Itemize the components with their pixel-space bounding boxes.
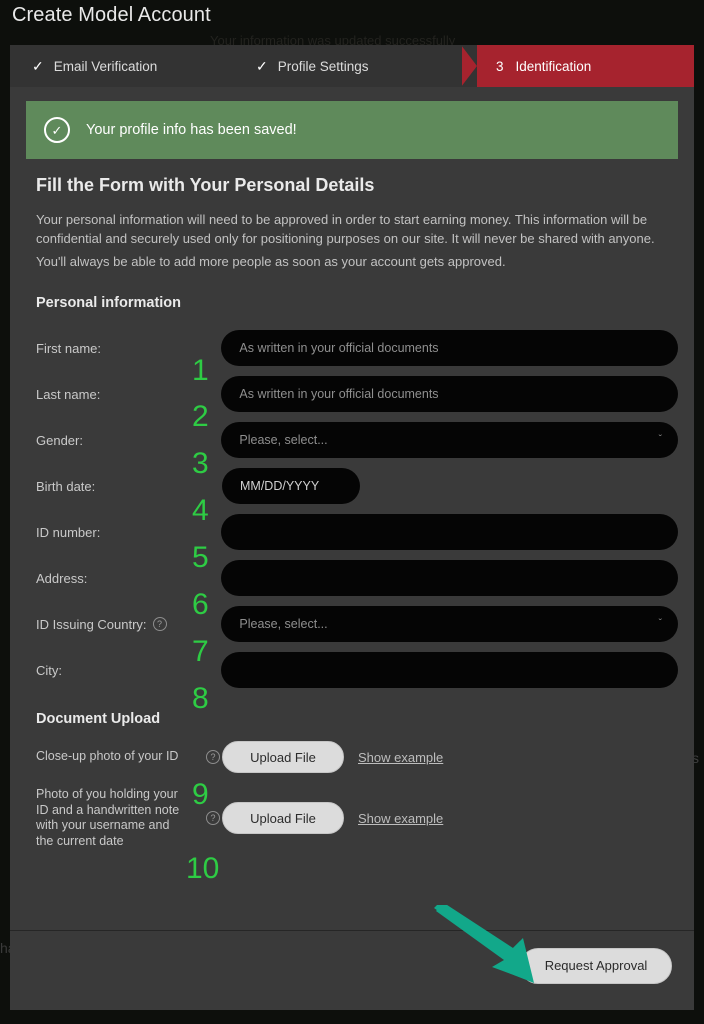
card-body: ✓ Your profile info has been saved! Fill… (10, 87, 694, 967)
label-upload-id-closeup: Close-up photo of your ID (36, 749, 179, 764)
label-last-name: Last name: (36, 386, 101, 402)
help-icon-wrap: ? (186, 811, 222, 825)
page-title: Create Model Account (12, 4, 211, 26)
input-id-number[interactable] (221, 514, 678, 550)
success-alert: ✓ Your profile info has been saved! (26, 101, 678, 159)
step-identification[interactable]: 3 Identification (461, 45, 694, 87)
intro-paragraph-2: You'll always be able to add more people… (36, 254, 506, 269)
step-label: Email Verification (53, 58, 158, 74)
help-icon-wrap: ? (186, 750, 222, 764)
label-id-number: ID number: (36, 524, 101, 540)
help-icon[interactable]: ? (206, 750, 220, 764)
chevron-down-icon: ˇ (658, 618, 662, 629)
card-footer: Request Approval (10, 930, 694, 1000)
check-icon: ✓ (256, 57, 268, 74)
form-row-first-name: First name: As written in your official … (26, 325, 678, 371)
label-city: City: (36, 662, 62, 678)
help-icon[interactable]: ? (152, 617, 167, 631)
placeholder-text: As written in your official documents (239, 341, 439, 355)
input-city[interactable] (221, 652, 678, 688)
app-root: Your information was updated successfull… (0, 0, 704, 1024)
check-circle-icon: ✓ (44, 117, 70, 143)
placeholder-text: MM/DD/YYYY (240, 479, 320, 493)
chevron-down-icon: ˇ (658, 434, 662, 445)
document-upload-title: Document Upload (36, 711, 161, 727)
help-icon[interactable]: ? (206, 811, 220, 825)
step-number: 3 (496, 58, 504, 74)
step-label: Profile Settings (277, 58, 369, 74)
placeholder-text: Please, select... (239, 433, 328, 447)
placeholder-text: Please, select... (239, 617, 328, 631)
placeholder-text: As written in your official documents (239, 387, 439, 401)
form-row-gender: Gender: Please, select... ˇ (26, 417, 678, 463)
form-heading: Fill the Form with Your Personal Details (36, 175, 375, 195)
label-gender: Gender: (36, 432, 83, 448)
step-email-verification[interactable]: ✓ Email Verification (10, 45, 234, 87)
personal-information-title: Personal information (36, 295, 182, 311)
input-birth-date[interactable]: MM/DD/YYYY (222, 468, 360, 504)
identification-card: ✓ Email Verification ✓ Profile Settings … (10, 45, 694, 1010)
input-address[interactable] (221, 560, 678, 596)
form-row-city: City: (26, 647, 678, 693)
upload-row-id-selfie: Photo of you holding your ID and a handw… (26, 787, 678, 849)
step-profile-settings[interactable]: ✓ Profile Settings (234, 45, 462, 87)
show-example-link-id-closeup[interactable]: Show example (358, 750, 443, 765)
upload-file-button-id-closeup[interactable]: Upload File (222, 741, 344, 773)
input-first-name[interactable]: As written in your official documents (221, 330, 678, 366)
step-progress-bar: ✓ Email Verification ✓ Profile Settings … (10, 45, 694, 87)
label-text: ID Issuing Country: (36, 616, 147, 632)
select-gender[interactable]: Please, select... ˇ (221, 422, 678, 458)
form-row-id-number: ID number: (26, 509, 678, 555)
document-upload-rows: Close-up photo of your ID ? Upload File … (26, 741, 678, 849)
check-glyph: ✓ (51, 122, 63, 138)
input-last-name[interactable]: As written in your official documents (221, 376, 678, 412)
check-icon: ✓ (32, 57, 44, 74)
alert-message: Your profile info has been saved! (86, 122, 297, 138)
select-id-issuing-country[interactable]: Please, select... ˇ (221, 606, 678, 642)
personal-information-fields: First name: As written in your official … (26, 325, 678, 693)
form-row-id-issuing-country: ID Issuing Country: ? Please, select... … (26, 601, 678, 647)
label-address: Address: (36, 570, 88, 586)
form-row-birth-date: Birth date: MM/DD/YYYY (26, 463, 678, 509)
show-example-link-id-selfie[interactable]: Show example (358, 811, 443, 826)
label-upload-id-selfie: Photo of you holding your ID and a handw… (36, 787, 180, 848)
label-id-issuing-country: ID Issuing Country: ? (26, 617, 221, 632)
form-row-last-name: Last name: As written in your official d… (26, 371, 678, 417)
request-approval-button[interactable]: Request Approval (520, 947, 672, 984)
label-birth-date: Birth date: (36, 478, 96, 494)
form-row-address: Address: (26, 555, 678, 601)
step-label: Identification (515, 58, 592, 74)
intro-paragraph: Your personal information will need to b… (36, 212, 655, 246)
upload-row-id-closeup: Close-up photo of your ID ? Upload File … (26, 741, 678, 773)
label-first-name: First name: (36, 340, 102, 356)
upload-file-button-id-selfie[interactable]: Upload File (222, 802, 344, 834)
